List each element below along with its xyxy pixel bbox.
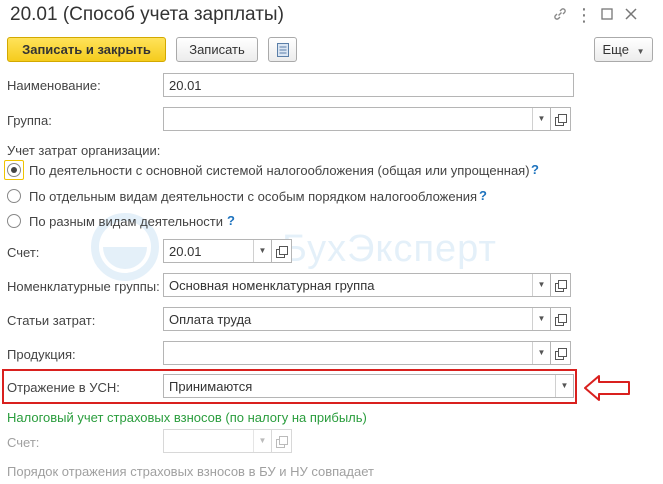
group-field[interactable]: ▼ (163, 107, 551, 131)
account-field[interactable]: 20.01 ▼ (163, 239, 272, 263)
save-and-close-button[interactable]: Записать и закрыть (7, 37, 166, 62)
link-icon[interactable] (551, 6, 569, 24)
products-field[interactable]: ▼ (163, 341, 551, 365)
more-button-label: Еще (602, 42, 629, 57)
save-button[interactable]: Записать (176, 37, 258, 62)
products-open-icon[interactable] (551, 341, 571, 365)
radio-special-activity[interactable] (7, 189, 21, 203)
cost-items-field[interactable]: Оплата труда ▼ (163, 307, 551, 331)
account-dropdown-icon[interactable]: ▼ (253, 240, 271, 262)
chevron-down-icon: ▼ (636, 47, 645, 56)
usn-value: Принимаются (169, 379, 253, 394)
usn-dropdown-icon[interactable]: ▼ (555, 375, 573, 397)
more-menu-icon[interactable]: ⋮ (575, 6, 593, 24)
insurance-account-field[interactable]: ▼ (163, 429, 272, 453)
name-label: Наименование: (7, 78, 101, 93)
radio-special-activity-label[interactable]: По отдельным видам деятельности с особым… (29, 189, 477, 204)
products-label: Продукция: (7, 347, 76, 362)
products-dropdown-icon[interactable]: ▼ (532, 342, 550, 364)
cost-items-label: Статьи затрат: (7, 313, 96, 328)
more-button[interactable]: Еще ▼ (594, 37, 653, 62)
group-dropdown-icon[interactable]: ▼ (532, 108, 550, 130)
account-label: Счет: (7, 245, 40, 260)
radio-main-activity[interactable] (7, 163, 21, 177)
usn-field[interactable]: Принимаются ▼ (163, 374, 574, 398)
insurance-account-open-icon[interactable] (272, 429, 292, 453)
name-value: 20.01 (169, 78, 202, 93)
radio-main-activity-label[interactable]: По деятельности с основной системой нало… (29, 163, 530, 178)
account-open-icon[interactable] (272, 239, 292, 263)
name-field[interactable]: 20.01 (163, 73, 574, 97)
nomenclature-open-icon[interactable] (551, 273, 571, 297)
radio-various-activity[interactable] (7, 214, 21, 228)
nomenclature-label: Номенклатурные группы: (7, 279, 160, 294)
close-icon[interactable] (622, 6, 640, 24)
window-title: 20.01 (Способ учета зарплаты) (10, 4, 284, 25)
watermark-text: БухЭксперт (282, 228, 497, 270)
nomenclature-field[interactable]: Основная номенклатурная группа ▼ (163, 273, 551, 297)
report-button[interactable] (268, 37, 297, 62)
cost-items-dropdown-icon[interactable]: ▼ (532, 308, 550, 330)
insurance-account-label: Счет: (7, 435, 40, 450)
arrow-left-icon (584, 375, 630, 401)
insurance-heading: Налоговый учет страховых взносов (по нал… (7, 410, 367, 425)
nomenclature-value: Основная номенклатурная группа (169, 278, 375, 293)
insurance-account-dropdown-icon[interactable]: ▼ (253, 430, 271, 452)
usn-label: Отражение в УСН: (7, 380, 120, 395)
help-icon[interactable]: ? (531, 162, 539, 177)
help-icon[interactable]: ? (479, 188, 487, 203)
cost-items-value: Оплата труда (169, 312, 252, 327)
group-open-icon[interactable] (551, 107, 571, 131)
maximize-icon[interactable] (598, 6, 616, 24)
cost-items-open-icon[interactable] (551, 307, 571, 331)
nomenclature-dropdown-icon[interactable]: ▼ (532, 274, 550, 296)
group-label: Группа: (7, 113, 52, 128)
help-icon[interactable]: ? (227, 213, 235, 228)
footer-note: Порядок отражения страховых взносов в БУ… (7, 464, 374, 479)
radio-various-activity-label[interactable]: По разным видам деятельности (29, 214, 223, 229)
account-value: 20.01 (169, 244, 202, 259)
document-list-icon (277, 43, 289, 57)
cost-type-label: Учет затрат организации: (7, 143, 161, 158)
